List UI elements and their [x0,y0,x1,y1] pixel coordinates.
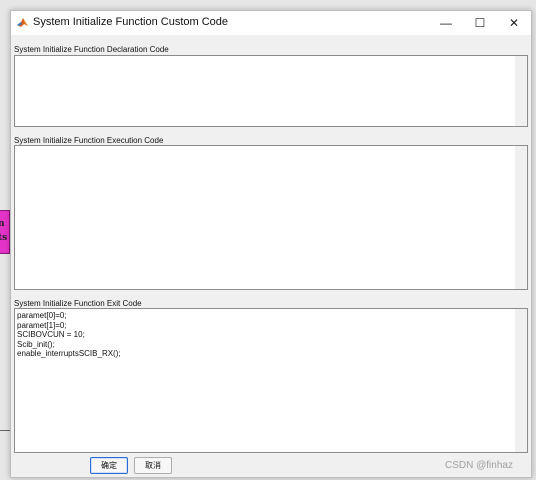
background-block: n ts [0,210,10,254]
watermark: CSDN @finhaz [445,460,513,471]
declaration-scrollbar[interactable] [515,56,527,126]
background-block-text-top: n [0,219,5,229]
title-bar[interactable]: System Initialize Function Custom Code —… [11,11,531,35]
exit-code-label: System Initialize Function Exit Code [14,299,142,308]
maximize-icon: ☐ [474,16,486,30]
execution-code-textarea[interactable] [14,145,528,290]
code-line: SCIBOVCUN = 10; [17,330,85,339]
maximize-button[interactable]: ☐ [463,11,497,35]
background-block-text-bottom: ts [0,233,8,243]
code-line: paramet[0]=0; [17,311,67,320]
window-title: System Initialize Function Custom Code [33,16,229,28]
exit-code-lines: paramet[0]=0; paramet[1]=0; SCIBOVCUN = 10… [17,311,121,359]
minimize-button[interactable]: — [429,11,463,35]
background-line [0,430,10,431]
cancel-button[interactable]: 取消 [134,457,172,474]
matlab-icon [16,16,29,29]
custom-code-dialog: System Initialize Function Custom Code —… [10,10,532,478]
code-line: paramet[1]=0; [17,320,67,330]
execution-scrollbar[interactable] [515,146,527,289]
close-icon: ✕ [508,16,520,30]
ok-button[interactable]: 确定 [90,457,128,474]
close-button[interactable]: ✕ [497,11,531,35]
execution-code-label: System Initialize Function Execution Cod… [14,136,164,145]
code-line: Scib_init(); [17,339,55,349]
exit-code-textarea[interactable]: paramet[0]=0; paramet[1]=0; SCIBOVCUN = 10… [14,308,528,453]
minimize-icon: — [440,16,452,30]
exit-scrollbar[interactable] [515,309,527,452]
declaration-code-label: System Initialize Function Declaration C… [14,45,169,54]
declaration-code-textarea[interactable] [14,55,528,127]
code-line: enable_interruptsSCIB_RX(); [17,349,121,358]
